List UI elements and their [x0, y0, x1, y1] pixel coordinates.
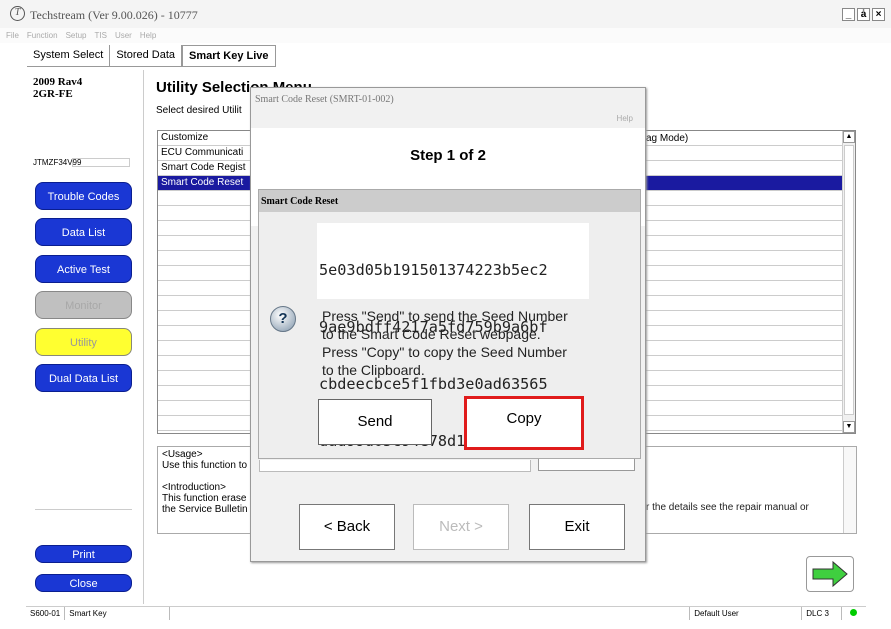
active-test-button[interactable]: Active Test [35, 255, 132, 283]
status-spacer [170, 607, 691, 620]
instruction-line: Press "Copy" to copy the Seed Number [322, 344, 567, 360]
data-list-button[interactable]: Data List [35, 218, 132, 246]
repair-manual-text: r the details see the repair manual or [646, 502, 809, 513]
window-title: Techstream (Ver 9.00.026) - 10777 [30, 8, 198, 22]
monitor-button[interactable]: Monitor [35, 291, 132, 319]
question-icon: ? [270, 306, 296, 332]
connection-status-icon [850, 609, 857, 616]
tab-smart-key-live[interactable]: Smart Key Live [182, 45, 276, 66]
arrow-right-icon [812, 560, 848, 588]
tab-bar: System Select Stored Data Smart Key Live [27, 45, 276, 67]
info-scrollbar[interactable] [843, 447, 856, 533]
scroll-up-icon[interactable]: ▲ [843, 131, 855, 143]
status-system: Smart Key [65, 607, 171, 620]
vin-field [72, 158, 130, 167]
menu-user[interactable]: User [115, 28, 132, 43]
tab-system-select[interactable]: System Select [27, 45, 111, 66]
seed-line: 5e03d05b191501374223b5ec2 [319, 261, 548, 279]
utility-button[interactable]: Utility [35, 328, 132, 356]
menu-tis[interactable]: TIS [94, 28, 106, 43]
copy-button[interactable]: Copy [464, 396, 584, 450]
page-subtitle: Select desired Utilit [156, 105, 242, 116]
close-icon[interactable]: × [872, 8, 885, 21]
list-right-column-text: ag Mode) [646, 133, 689, 144]
status-dlc: DLC 3 [802, 607, 843, 620]
instruction-line: Press "Send" to send the Seed Number [322, 308, 568, 324]
tab-stored-data[interactable]: Stored Data [110, 45, 183, 66]
status-code: S600-01 [26, 607, 66, 620]
seed-panel-title: Smart Code Reset [259, 190, 640, 212]
instructions-text: Press "Send" to send the Seed Number to … [322, 307, 632, 379]
seed-number-panel: Smart Code Reset 5e03d05b191501374223b5e… [258, 189, 641, 459]
send-button[interactable]: Send [318, 399, 432, 445]
dual-data-list-button[interactable]: Dual Data List [35, 364, 132, 392]
seed-number-text[interactable]: 5e03d05b191501374223b5ec2 9ae9bdff4217a5… [317, 223, 589, 450]
restore-icon[interactable]: ȧ [857, 8, 870, 21]
menu-function[interactable]: Function [27, 28, 58, 43]
status-bar: S600-01 Smart Key Default User DLC 3 [26, 606, 866, 620]
menu-setup[interactable]: Setup [66, 28, 87, 43]
list-scrollbar[interactable]: ▲ ▼ [842, 131, 855, 433]
status-user: Default User [690, 607, 803, 620]
print-button[interactable]: Print [35, 545, 132, 563]
vehicle-model: 2009 Rav4 [33, 76, 83, 88]
instruction-line: to the Smart Code Reset webpage. [322, 326, 541, 342]
sidebar-divider [35, 509, 132, 510]
sidebar: 2009 Rav4 2GR-FE JTMZF34V99 Trouble Code… [26, 70, 144, 604]
instruction-line: to the Clipboard. [322, 362, 425, 378]
exit-button[interactable]: Exit [529, 504, 625, 550]
dialog-title: Smart Code Reset (SMRT-01-002) [255, 94, 394, 105]
next-button[interactable]: Next > [413, 504, 509, 550]
trouble-codes-button[interactable]: Trouble Codes [35, 182, 132, 210]
back-button[interactable]: < Back [299, 504, 395, 550]
menu-help[interactable]: Help [140, 28, 156, 43]
minimize-icon[interactable]: _ [842, 8, 855, 21]
menu-bar: File Function Setup TIS User Help [0, 28, 891, 43]
dialog-help-link[interactable]: Help [617, 114, 633, 123]
title-bar: T Techstream (Ver 9.00.026) - 10777 _ ȧ … [0, 0, 891, 28]
scroll-down-icon[interactable]: ▼ [843, 421, 855, 433]
menu-file[interactable]: File [6, 28, 19, 43]
window-controls: _ ȧ × [842, 8, 885, 21]
vehicle-engine: 2GR-FE [33, 88, 73, 100]
step-indicator: Step 1 of 2 [410, 147, 486, 164]
vehicle-info: 2009 Rav4 2GR-FE [33, 76, 82, 100]
scroll-thumb[interactable] [844, 145, 854, 415]
techstream-logo-icon: T [10, 6, 25, 21]
next-arrow-button[interactable] [806, 556, 854, 592]
close-button[interactable]: Close [35, 574, 132, 592]
